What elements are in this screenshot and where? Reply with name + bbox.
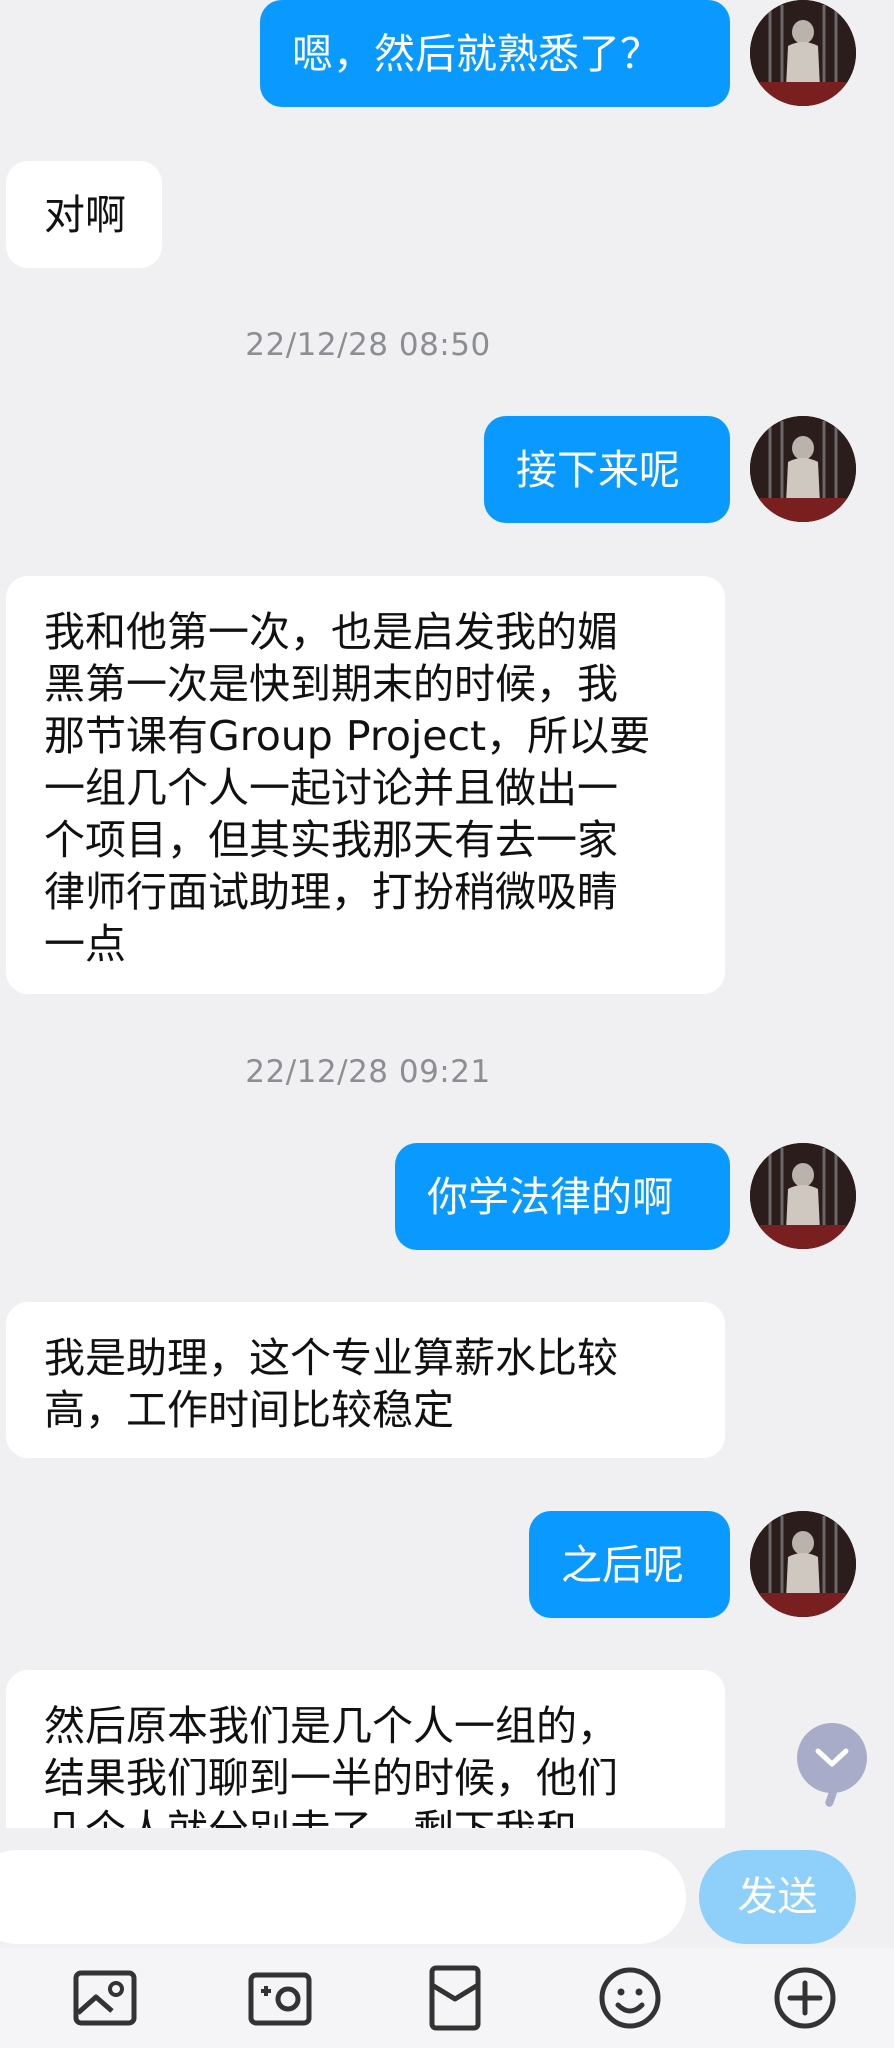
send-button[interactable]: 发送 xyxy=(699,1850,856,1944)
chevron-down-icon xyxy=(815,1748,849,1767)
red-packet-icon[interactable] xyxy=(420,1963,490,2033)
user-avatar[interactable] xyxy=(750,1143,856,1249)
avatar-image xyxy=(750,0,856,106)
avatar-image xyxy=(750,1511,856,1617)
image-icon[interactable] xyxy=(70,1963,140,2033)
user-avatar[interactable] xyxy=(750,1511,856,1617)
message-bubble[interactable]: 我和他第一次，也是启发我的媚 黑第一次是快到期末的时候，我 那节课有Group … xyxy=(6,576,725,994)
scroll-to-bottom-button[interactable] xyxy=(797,1723,867,1793)
timestamp: 22/12/28 09:21 xyxy=(245,1054,491,1090)
user-avatar[interactable] xyxy=(750,416,856,522)
message-bubble[interactable]: 接下来呢 xyxy=(484,416,730,523)
message-bubble[interactable]: 然后原本我们是几个人一组的， 结果我们聊到一半的时候，他们 几个人就分别走了，剩… xyxy=(6,1670,725,1828)
plus-icon[interactable] xyxy=(770,1963,840,2033)
bottom-toolbar xyxy=(0,1948,894,2048)
user-avatar[interactable] xyxy=(750,0,856,106)
message-composer: 发送 xyxy=(0,1828,894,1948)
message-input[interactable] xyxy=(0,1850,686,1944)
message-bubble[interactable]: 嗯，然后就熟悉了？ xyxy=(260,0,730,107)
message-bubble[interactable]: 我是助理，这个专业算薪水比较 高，工作时间比较稳定 xyxy=(6,1302,725,1458)
message-bubble[interactable]: 对啊 xyxy=(6,161,162,268)
timestamp: 22/12/28 08:50 xyxy=(245,327,491,363)
camera-icon[interactable] xyxy=(245,1963,315,2033)
message-bubble[interactable]: 之后呢 xyxy=(529,1511,730,1618)
emoji-icon[interactable] xyxy=(595,1963,665,2033)
chat-message-list[interactable]: 嗯，然后就熟悉了？ 对啊 22/12/28 08:50 接下来呢 我和他第一次，… xyxy=(0,0,894,1828)
avatar-image xyxy=(750,1143,856,1249)
message-bubble[interactable]: 你学法律的啊 xyxy=(395,1143,730,1250)
avatar-image xyxy=(750,416,856,522)
